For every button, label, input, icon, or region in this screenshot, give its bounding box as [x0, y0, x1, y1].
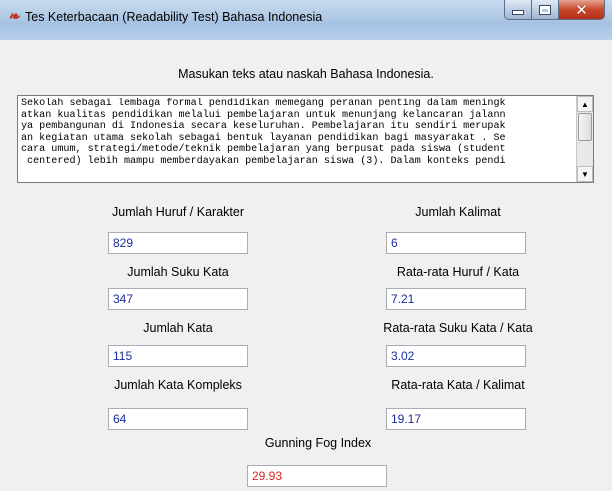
window-controls: ✕ [504, 0, 605, 21]
jumlah-huruf-field[interactable]: 829 [108, 232, 248, 254]
close-icon: ✕ [575, 0, 588, 19]
text-line: an kegiatan utama sekolah sebagai bentuk… [21, 132, 506, 144]
instruction-label: Masukan teks atau naskah Bahasa Indonesi… [178, 67, 434, 81]
text-input-area[interactable]: Sekolah sebagai lembaga formal pendidika… [17, 95, 594, 183]
vertical-scrollbar[interactable]: ▲ ▼ [576, 96, 593, 182]
rata-huruf-kata-label: Rata-rata Huruf / Kata [396, 265, 520, 279]
rata-suku-kata-label: Rata-rata Suku Kata / Kata [383, 321, 533, 335]
rata-suku-kata-field[interactable]: 3.02 [386, 345, 526, 367]
jumlah-huruf-label: Jumlah Huruf / Karakter [112, 205, 244, 219]
minimize-button[interactable] [504, 0, 532, 20]
text-input-content[interactable]: Sekolah sebagai lembaga formal pendidika… [21, 98, 576, 180]
text-line: Sekolah sebagai lembaga formal pendidika… [21, 98, 506, 109]
app-window: ❧ Tes Keterbacaan (Readability Test) Bah… [0, 0, 612, 491]
app-icon: ❧ [8, 9, 20, 25]
arrow-down-icon: ▼ [581, 169, 589, 179]
window-title: Tes Keterbacaan (Readability Test) Bahas… [25, 10, 323, 24]
client-area: Masukan teks atau naskah Bahasa Indonesi… [8, 40, 604, 491]
arrow-up-icon: ▲ [581, 99, 589, 109]
jumlah-kata-kompleks-field[interactable]: 64 [108, 408, 248, 430]
text-line: centered) lebih mampu memberdayakan pemb… [21, 155, 506, 167]
maximize-button[interactable] [532, 0, 559, 20]
rata-kata-kalimat-label: Rata-rata Kata / Kalimat [391, 378, 525, 392]
text-line: ya pembangunan di Indonesia secara kesel… [21, 121, 506, 133]
text-line: atkan kualitas pendidikan melalui pembel… [21, 109, 506, 121]
rata-kata-kalimat-field[interactable]: 19.17 [386, 408, 526, 430]
jumlah-kata-label: Jumlah Kata [143, 321, 213, 335]
close-button[interactable]: ✕ [559, 0, 605, 20]
jumlah-suku-kata-label: Jumlah Suku Kata [127, 265, 229, 279]
gunning-fog-label: Gunning Fog Index [264, 436, 372, 450]
maximize-icon [539, 4, 551, 15]
gunning-fog-field[interactable]: 29.93 [247, 465, 387, 487]
minimize-icon [512, 10, 524, 15]
scroll-down-button[interactable]: ▼ [577, 166, 593, 182]
title-bar[interactable]: ❧ Tes Keterbacaan (Readability Test) Bah… [0, 0, 612, 40]
jumlah-kata-kompleks-label: Jumlah Kata Kompleks [114, 378, 242, 392]
scroll-up-button[interactable]: ▲ [577, 96, 593, 112]
rata-huruf-kata-field[interactable]: 7.21 [386, 288, 526, 310]
jumlah-kalimat-field[interactable]: 6 [386, 232, 526, 254]
text-line: cara umum, strategi/metode/teknik pembel… [21, 144, 506, 156]
jumlah-kata-field[interactable]: 115 [108, 345, 248, 367]
scroll-thumb[interactable] [578, 113, 592, 141]
jumlah-suku-kata-field[interactable]: 347 [108, 288, 248, 310]
jumlah-kalimat-label: Jumlah Kalimat [415, 205, 501, 219]
